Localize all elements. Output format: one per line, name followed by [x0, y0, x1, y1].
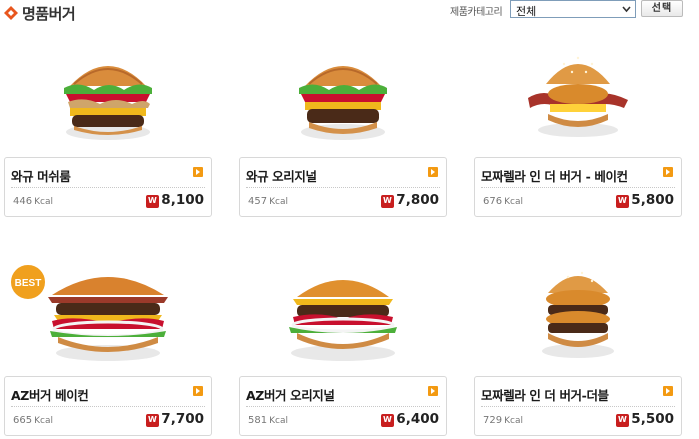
more-arrow-icon[interactable]	[193, 386, 203, 396]
calorie-unit: Kcal	[269, 197, 288, 207]
calorie-info: 446 Kcal	[13, 196, 53, 207]
burger-image[interactable]	[474, 42, 682, 157]
divider	[11, 406, 205, 407]
category-label: 제품카테고리	[450, 7, 503, 18]
product-card[interactable]: AZ버거 오리지널 581Kcal 6,400	[239, 376, 447, 436]
calorie-unit: Kcal	[504, 197, 523, 207]
calorie-info: 457 Kcal	[248, 196, 288, 207]
calorie-value: 581	[248, 415, 268, 426]
calorie-unit: Kcal	[34, 416, 53, 426]
calorie-value: 457	[248, 196, 268, 207]
more-arrow-icon[interactable]	[428, 386, 438, 396]
divider	[481, 406, 675, 407]
category-select[interactable]: 전체	[510, 0, 636, 18]
page-title: 명품버거	[22, 5, 76, 23]
product-price: 5,800	[631, 192, 674, 208]
more-arrow-icon[interactable]	[663, 386, 673, 396]
burger-image[interactable]	[239, 42, 447, 157]
product-card[interactable]: 와규 오리지널 457Kcal 7,800	[239, 157, 447, 217]
product-card[interactable]: 모짜렐라 인 더 버거-더블 729Kcal 5,500	[474, 376, 682, 436]
divider	[11, 187, 205, 188]
product-card[interactable]: 와규 머쉬룸 446Kcal 8,100	[4, 157, 212, 217]
calorie-unit: Kcal	[504, 416, 523, 426]
chevron-down-icon	[619, 2, 634, 16]
won-icon	[381, 414, 394, 427]
calorie-value: 665	[13, 415, 33, 426]
more-arrow-icon[interactable]	[663, 167, 673, 177]
product-price: 7,800	[396, 192, 439, 208]
calorie-info: 665 Kcal	[13, 415, 53, 426]
calorie-info: 676 Kcal	[483, 196, 523, 207]
category-select-value: 전체	[516, 5, 537, 18]
section-diamond-icon	[4, 6, 18, 20]
more-arrow-icon[interactable]	[193, 167, 203, 177]
burger-image[interactable]	[239, 261, 447, 376]
product-card[interactable]: 모짜렐라 인 더 버거 - 베이컨 676Kcal 5,800	[474, 157, 682, 217]
calorie-value: 729	[483, 415, 503, 426]
select-button[interactable]: 선택	[641, 0, 683, 17]
calorie-info: 729 Kcal	[483, 415, 523, 426]
burger-image[interactable]	[4, 42, 212, 157]
calorie-unit: Kcal	[34, 197, 53, 207]
product-card[interactable]: AZ버거 베이컨 665Kcal 7,700	[4, 376, 212, 436]
calorie-value: 676	[483, 196, 503, 207]
product-price: 7,700	[161, 411, 204, 427]
divider	[246, 187, 440, 188]
product-name[interactable]: AZ버거 베이컨	[11, 385, 89, 404]
calorie-value: 446	[13, 196, 33, 207]
divider	[481, 187, 675, 188]
product-name[interactable]: 모짜렐라 인 더 버거 - 베이컨	[481, 166, 628, 185]
won-icon	[616, 414, 629, 427]
product-name[interactable]: 와규 머쉬룸	[11, 166, 71, 185]
product-price: 8,100	[161, 192, 204, 208]
won-icon	[616, 195, 629, 208]
product-price: 6,400	[396, 411, 439, 427]
product-name[interactable]: 와규 오리지널	[246, 166, 317, 185]
won-icon	[146, 195, 159, 208]
product-name[interactable]: 모짜렐라 인 더 버거-더블	[481, 385, 609, 404]
more-arrow-icon[interactable]	[428, 167, 438, 177]
product-name[interactable]: AZ버거 오리지널	[246, 385, 335, 404]
calorie-unit: Kcal	[269, 416, 288, 426]
burger-image[interactable]	[4, 261, 212, 376]
burger-image[interactable]	[474, 261, 682, 376]
won-icon	[381, 195, 394, 208]
divider	[246, 406, 440, 407]
product-price: 5,500	[631, 411, 674, 427]
won-icon	[146, 414, 159, 427]
calorie-info: 581 Kcal	[248, 415, 288, 426]
